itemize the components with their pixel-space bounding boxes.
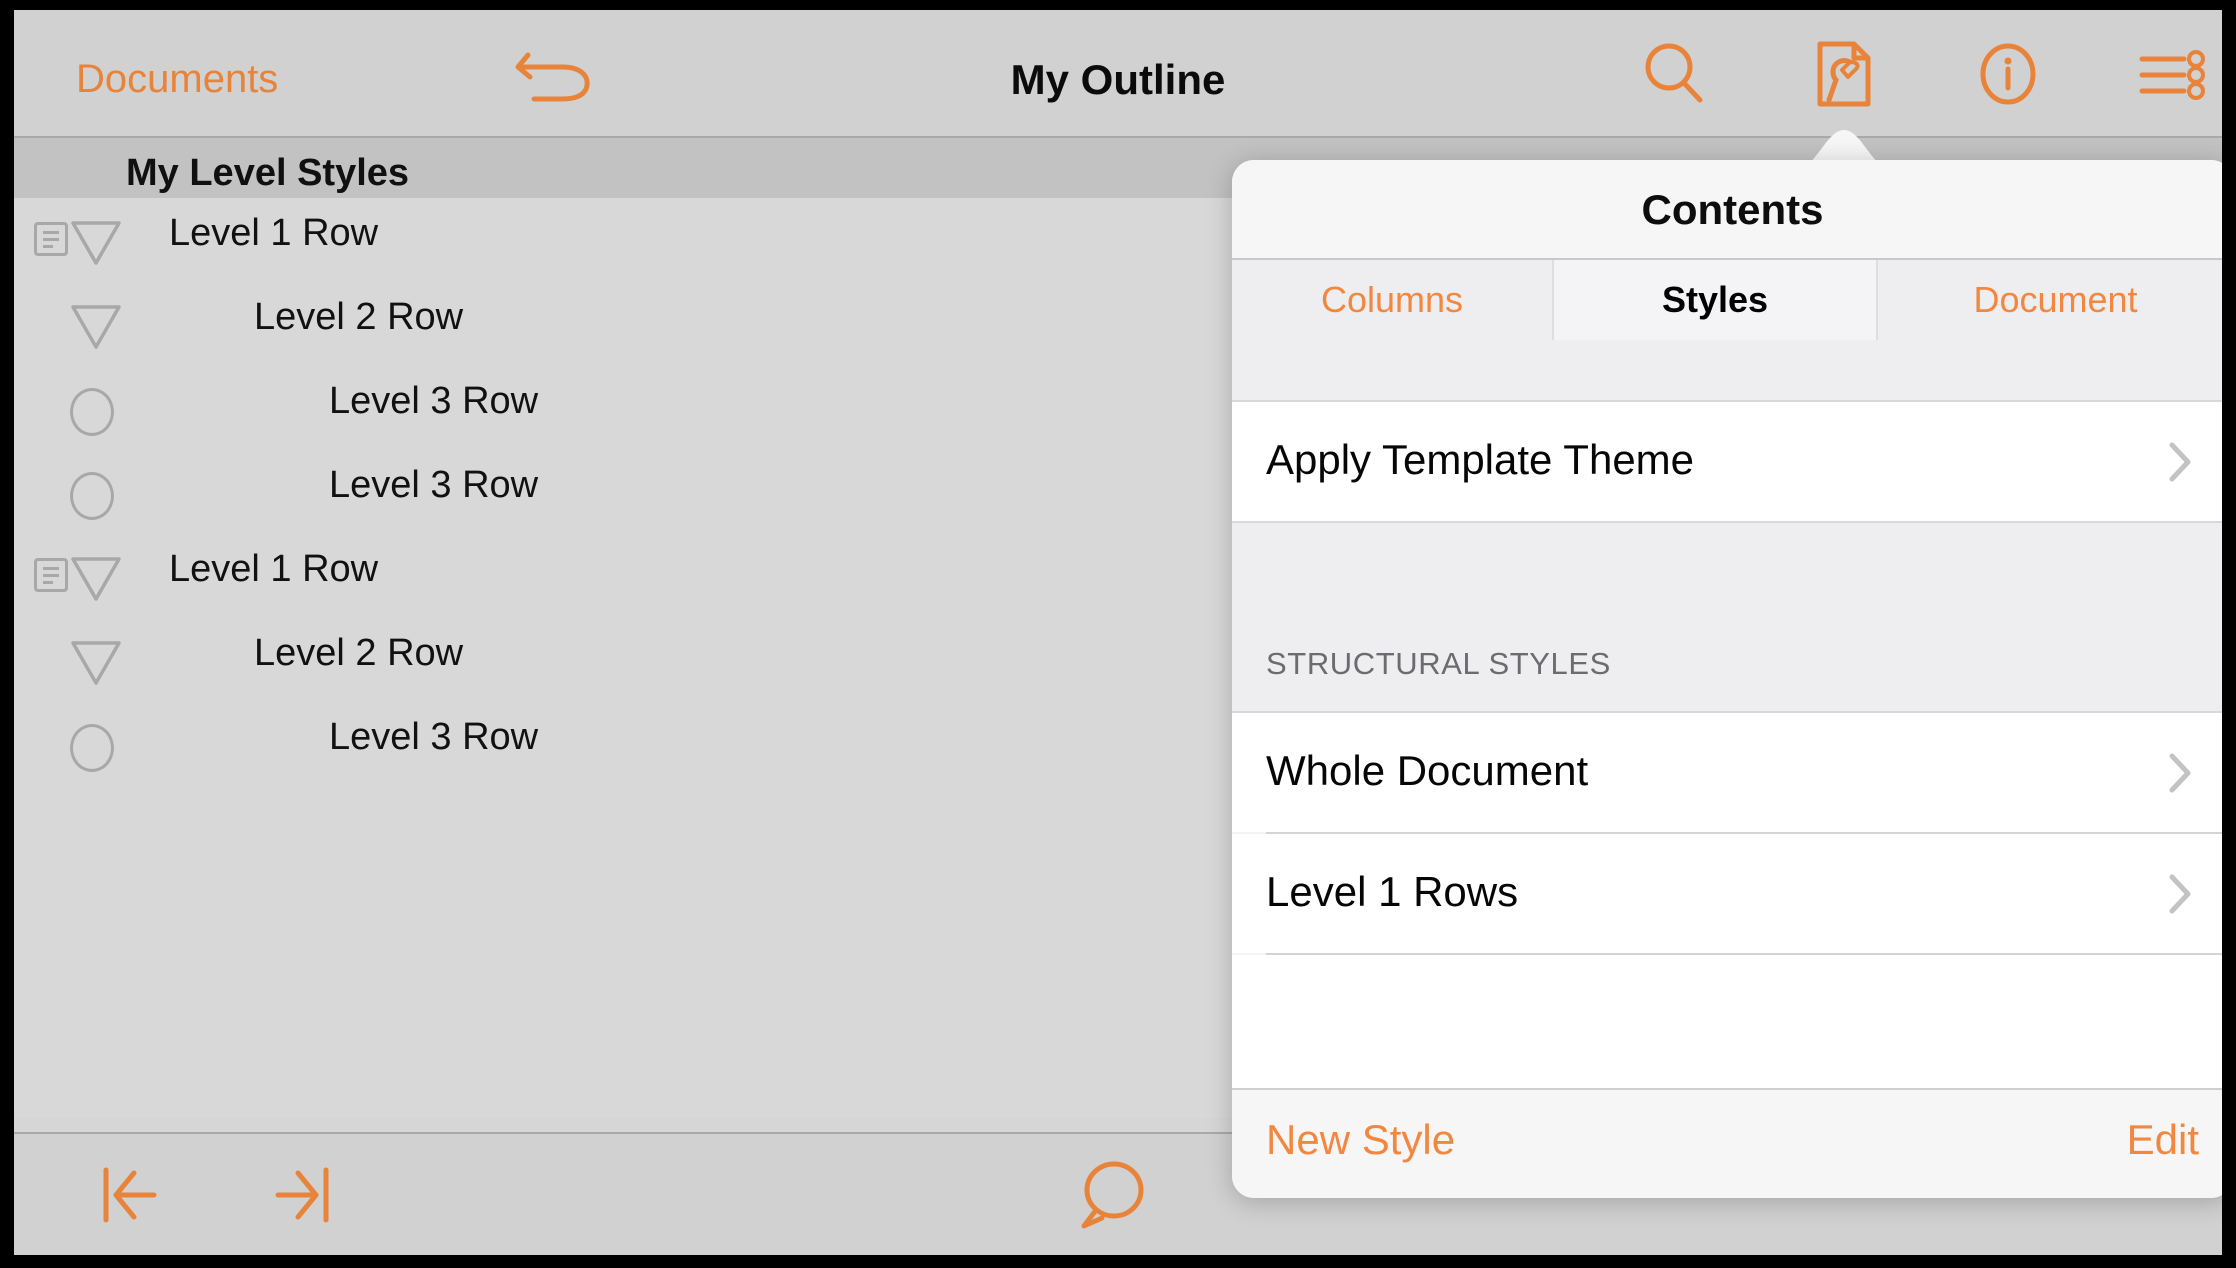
disclosure-triangle-icon[interactable]	[70, 220, 122, 266]
row-handle-circle-icon[interactable]	[70, 388, 114, 436]
disclosure-triangle-icon[interactable]	[70, 304, 122, 350]
tab-styles[interactable]: Styles	[1554, 260, 1876, 340]
chevron-right-icon	[2169, 753, 2191, 793]
info-circle-icon[interactable]	[1969, 38, 2047, 112]
row-label: Level 2 Row	[254, 632, 464, 674]
note-indicator-icon[interactable]	[34, 222, 68, 256]
document-title: My Outline	[1010, 56, 1226, 103]
row-label: Level 3 Row	[329, 716, 539, 758]
popover-title: Contents	[1641, 186, 1824, 233]
row-label: Level 3 Row	[329, 380, 539, 422]
list-item-label: Apply Template Theme	[1266, 436, 1695, 483]
row-label: Level 1 Row	[169, 212, 379, 254]
top-toolbar: Documents My Outline	[14, 10, 2222, 138]
chevron-right-icon	[2169, 442, 2191, 482]
contents-wrench-document-icon[interactable]	[1804, 38, 1882, 112]
disclosure-triangle-icon[interactable]	[70, 640, 122, 686]
contents-popover: Contents Columns Styles Document Apply T…	[1232, 160, 2222, 1198]
outline-header-title: My Level Styles	[126, 152, 410, 194]
search-icon[interactable]	[1636, 38, 1714, 112]
new-style-button[interactable]: New Style	[1266, 1116, 1455, 1164]
indent-icon[interactable]	[252, 1156, 348, 1234]
screen-frame: Documents My Outline My Level Styles Lev…	[0, 0, 2236, 1268]
row-label: Level 1 Row	[169, 548, 379, 590]
disclosure-triangle-icon[interactable]	[70, 556, 122, 602]
list-item-level-1-rows[interactable]: Level 1 Rows	[1232, 834, 2222, 953]
app-window: Documents My Outline My Level Styles Lev…	[14, 10, 2222, 1255]
section-header-structural-styles: STRUCTURAL STYLES	[1232, 521, 2222, 713]
list-item-whole-document[interactable]: Whole Document	[1232, 713, 2222, 832]
list-filler	[1232, 955, 2222, 1088]
row-handle-circle-icon[interactable]	[70, 724, 114, 772]
chevron-right-icon	[2169, 874, 2191, 914]
popover-footer-bar: New Style Edit	[1232, 1088, 2222, 1198]
tab-document[interactable]: Document	[1876, 260, 2222, 340]
row-label: Level 2 Row	[254, 296, 464, 338]
section-header-label: STRUCTURAL STYLES	[1266, 646, 1611, 681]
note-indicator-icon[interactable]	[34, 558, 68, 592]
outline-list-icon[interactable]	[2132, 38, 2210, 112]
tab-columns[interactable]: Columns	[1232, 260, 1554, 340]
list-item-label: Whole Document	[1266, 747, 1589, 794]
edit-button[interactable]: Edit	[2127, 1116, 2199, 1164]
outdent-icon[interactable]	[94, 1156, 190, 1234]
popover-tab-bar: Columns Styles Document	[1232, 260, 2222, 340]
comment-bubble-icon[interactable]	[1064, 1156, 1160, 1234]
row-handle-circle-icon[interactable]	[70, 472, 114, 520]
list-item-apply-template-theme[interactable]: Apply Template Theme	[1232, 402, 2222, 521]
popover-spacer	[1232, 340, 2222, 402]
list-item-label: Level 1 Rows	[1266, 868, 1519, 915]
row-label: Level 3 Row	[329, 464, 539, 506]
popover-header: Contents	[1232, 160, 2222, 260]
